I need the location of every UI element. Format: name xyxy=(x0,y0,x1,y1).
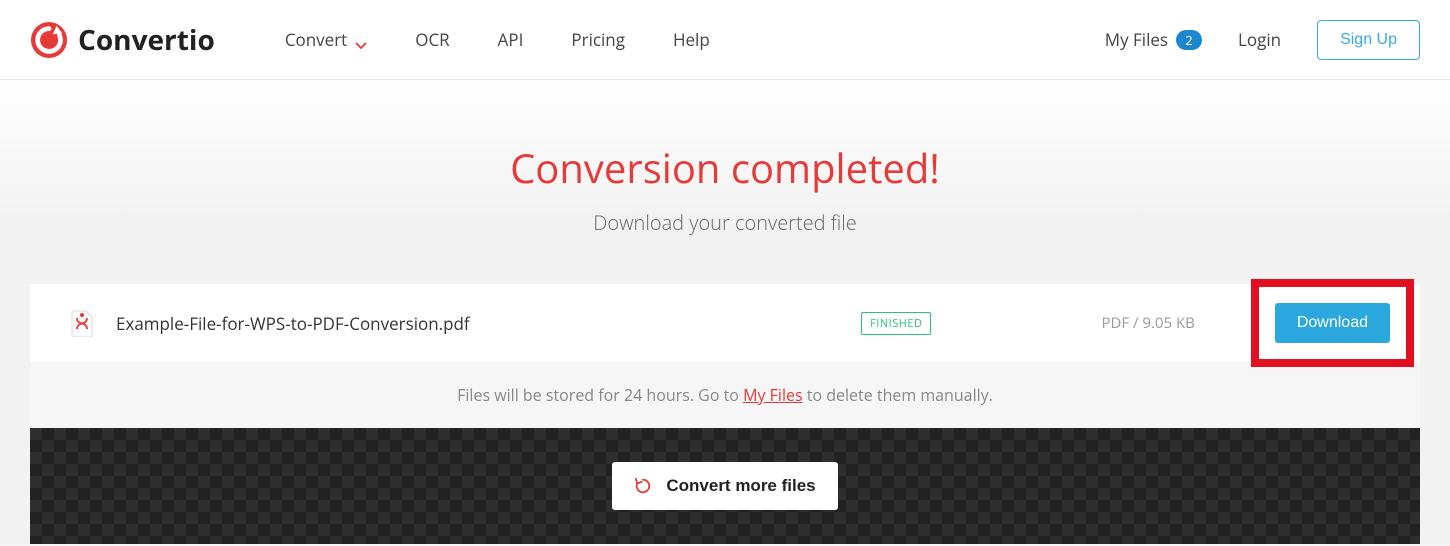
file-meta: PDF / 9.05 KB xyxy=(1101,313,1194,333)
header-bar: Convertio Convert OCR API Pricing Help M… xyxy=(0,0,1450,80)
logo[interactable]: Convertio xyxy=(30,21,215,59)
download-button[interactable]: Download xyxy=(1275,303,1390,343)
nav-convert[interactable]: Convert xyxy=(285,28,367,51)
nav-myfiles-label: My Files xyxy=(1105,28,1168,51)
nav-myfiles[interactable]: My Files 2 xyxy=(1105,28,1202,51)
chevron-down-icon xyxy=(355,34,367,46)
nav-convert-label: Convert xyxy=(285,28,347,51)
signup-button[interactable]: Sign Up xyxy=(1317,20,1420,60)
download-wrap: Download xyxy=(1275,303,1390,343)
convertio-logo-icon xyxy=(30,21,68,59)
page-title: Conversion completed! xyxy=(0,140,1450,195)
main-content: Conversion completed! Download your conv… xyxy=(0,80,1450,544)
convert-more-button[interactable]: Convert more files xyxy=(612,462,837,510)
convert-more-label: Convert more files xyxy=(666,476,815,496)
main-nav: Convert OCR API Pricing Help xyxy=(285,28,1105,51)
myfiles-count-badge: 2 xyxy=(1176,30,1202,50)
storage-note: Files will be stored for 24 hours. Go to… xyxy=(30,362,1420,428)
note-suffix: to delete them manually. xyxy=(803,384,993,406)
nav-login[interactable]: Login xyxy=(1238,28,1281,51)
pdf-file-icon xyxy=(70,309,94,337)
checker-panel: Convert more files xyxy=(30,428,1420,544)
brand-name: Convertio xyxy=(78,21,215,59)
note-prefix: Files will be stored for 24 hours. Go to xyxy=(457,384,743,406)
nav-pricing[interactable]: Pricing xyxy=(571,28,625,51)
right-nav: My Files 2 Login Sign Up xyxy=(1105,20,1420,60)
file-row: Example-File-for-WPS-to-PDF-Conversion.p… xyxy=(30,284,1420,362)
nav-help[interactable]: Help xyxy=(673,28,710,51)
myfiles-link[interactable]: My Files xyxy=(743,384,803,406)
status-badge: FINISHED xyxy=(861,312,931,335)
file-name: Example-File-for-WPS-to-PDF-Conversion.p… xyxy=(116,312,861,335)
nav-ocr[interactable]: OCR xyxy=(415,28,449,51)
reload-icon xyxy=(634,477,652,495)
page-subtitle: Download your converted file xyxy=(0,209,1450,236)
nav-api[interactable]: API xyxy=(498,28,524,51)
